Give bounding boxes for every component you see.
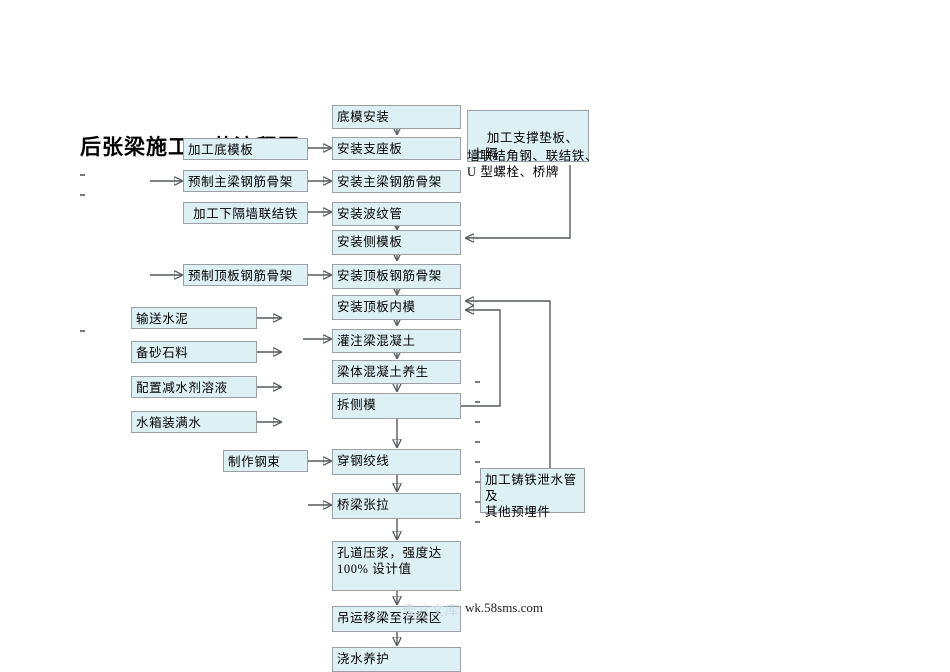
node-install-main-beam-cage[interactable]: 安装主梁钢筋骨架 [332, 170, 461, 193]
node-water-curing[interactable]: 浇水养护 [332, 647, 461, 672]
link-cast-iron-to-inner-form [466, 301, 551, 470]
marker-dash [475, 381, 480, 383]
node-prepare-sand-stone[interactable]: 备砂石料 [131, 341, 257, 363]
marker-dash [475, 421, 480, 423]
node-pour-beam-concrete[interactable]: 灌注梁混凝土 [332, 329, 461, 353]
marker-dash [475, 461, 480, 463]
node-prefab-main-beam-cage[interactable]: 预制主梁钢筋骨架 [183, 170, 308, 192]
node-cure-beam-concrete[interactable]: 梁体混凝土养生 [332, 360, 461, 384]
node-make-steel-strand[interactable]: 制作钢束 [223, 450, 308, 472]
node-install-bearing-plate[interactable]: 安装支座板 [332, 137, 461, 160]
watermark-logo: 壹八文库 [403, 603, 460, 618]
flowchart-canvas: 后张梁施工工艺流程图 加工底模板 预制主梁钢筋骨架 加工下隔墙联结铁 预制顶板钢… [0, 0, 950, 672]
node-install-top-slab-cage[interactable]: 安装顶板钢筋骨架 [332, 264, 461, 289]
marker-dash [475, 401, 480, 403]
marker-dash [80, 174, 85, 176]
link-remove-form-loop-to-inner-form [461, 310, 501, 407]
node-remove-side-form[interactable]: 拆侧模 [332, 393, 461, 419]
node-grout-duct[interactable]: 孔道压浆，强度达100% 设计值 [332, 541, 461, 591]
marker-dash [475, 521, 480, 523]
watermark-url: wk.58sms.com [465, 600, 543, 615]
node-install-side-form[interactable]: 安装侧模板 [332, 230, 461, 255]
node-install-top-inner-form[interactable]: 安装顶板内模 [332, 295, 461, 320]
node-deliver-cement[interactable]: 输送水泥 [131, 307, 257, 329]
connector-layer [150, 0, 571, 672]
marker-dash [80, 194, 85, 196]
node-prep-lower-wall-iron[interactable]: 加工下隔墙联结铁 [183, 202, 308, 224]
node-fill-water-tank[interactable]: 水箱装满水 [131, 411, 257, 433]
node-tension-bridge-beam[interactable]: 桥梁张拉 [332, 493, 461, 519]
node-prep-cast-iron-drain[interactable]: 加工铸铁泄水管及 其他预埋件 [480, 468, 585, 519]
node-prep-bottom-form[interactable]: 加工底模板 [183, 138, 308, 160]
marker-dash [80, 330, 85, 332]
node-install-corrugated-pipe[interactable]: 安装波纹管 [332, 202, 461, 226]
node-mix-water-reducer[interactable]: 配置减水剂溶液 [131, 376, 257, 398]
node-thread-steel-strand[interactable]: 穿钢绞线 [332, 449, 461, 475]
marker-dash [475, 441, 480, 443]
node-prep-support-plate-overflow-text: 墙联结角钢、联结铁、 U 型螺栓、桥牌 [467, 149, 599, 179]
node-install-bottom-form[interactable]: 底模安装 [332, 105, 461, 129]
node-prefab-top-slab-cage[interactable]: 预制顶板钢筋骨架 [183, 264, 308, 286]
